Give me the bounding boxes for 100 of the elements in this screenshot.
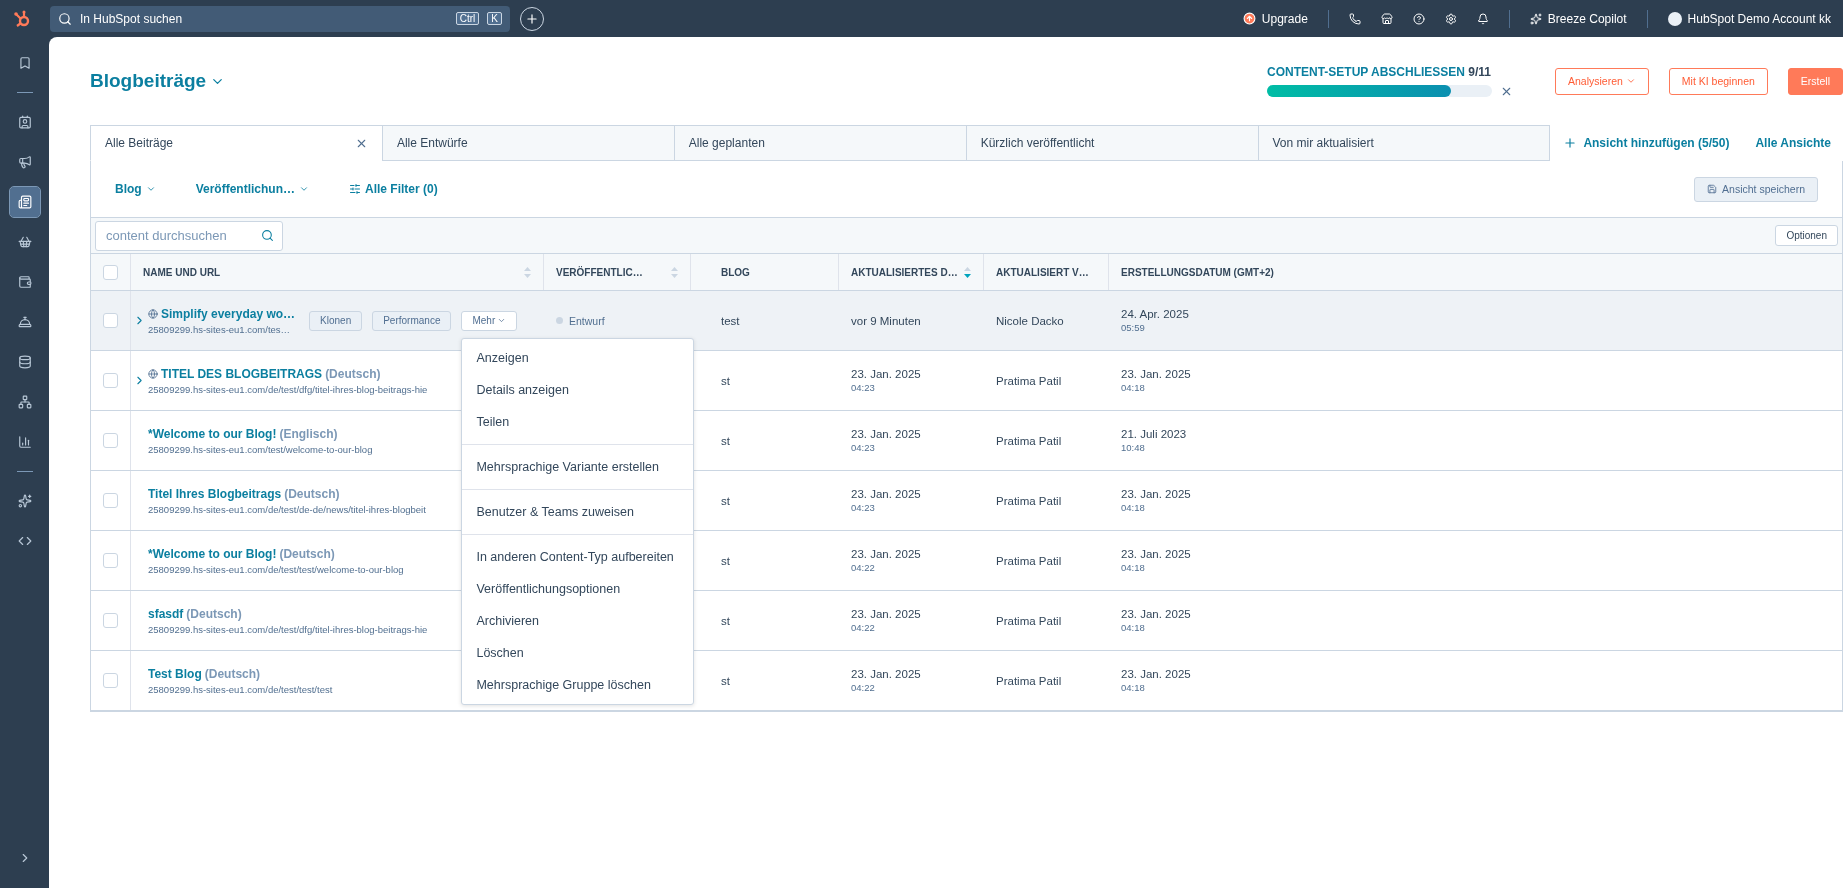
updated-date: vor 9 Minuten	[851, 314, 922, 327]
created-time: 04:18	[1121, 562, 1146, 573]
caret-icon	[299, 184, 309, 194]
bar-chart-icon	[17, 435, 32, 449]
account-menu[interactable]: HubSpot Demo Account kk	[1667, 11, 1831, 26]
post-title-link[interactable]: Test Blog (Deutsch)	[148, 666, 333, 681]
updated-date: 23. Jan. 2025	[851, 608, 922, 620]
basket-icon	[17, 235, 32, 249]
row-checkbox[interactable]	[103, 553, 118, 568]
add-view-link[interactable]: Ansicht hinzufügen (5/50)	[1549, 125, 1742, 161]
post-url: 25809299.hs-sites-eu1.com/de/test/test/test	[148, 683, 333, 695]
filter-dropdown[interactable]: Veröffentlichun…	[195, 182, 309, 196]
post-title-link[interactable]: TITEL DES BLOGBEITRAGS (Deutsch)	[148, 366, 428, 381]
options-button[interactable]: Optionen	[1775, 225, 1838, 246]
sort-descending-icon[interactable]	[964, 266, 971, 278]
copilot-button[interactable]: Breeze Copilot	[1529, 11, 1627, 26]
sidebar-item[interactable]	[9, 187, 40, 217]
menu-item[interactable]: Mehrsprachige Gruppe löschen	[462, 668, 694, 701]
row-checkbox[interactable]	[103, 493, 118, 508]
all-filters-button[interactable]: Alle Filter (0)	[349, 182, 438, 196]
sprocket-logo[interactable]	[12, 8, 32, 29]
phone-icon[interactable]	[1348, 12, 1361, 25]
filter-dropdown[interactable]: Blog	[115, 182, 156, 196]
menu-item[interactable]: Benutzer & Teams zuweisen	[462, 495, 694, 528]
blog-name: st	[721, 374, 731, 387]
post-url: 25809299.hs-sites-eu1.com/de/test/de-de/news/titel-ihres-blogbeit	[148, 503, 426, 515]
column-header[interactable]: VERÖFFENTLIC…	[556, 266, 643, 278]
status-label: Entwurf	[556, 314, 679, 327]
updated-time: 04:23	[851, 442, 876, 453]
updated-time: 04:22	[851, 682, 876, 693]
menu-item[interactable]: Mehrsprachige Variante erstellen	[462, 450, 694, 483]
updated-time: 04:23	[851, 382, 876, 393]
row-checkbox[interactable]	[103, 373, 118, 388]
post-title-link[interactable]: Simplify everyday wo…	[148, 306, 296, 321]
select-all-checkbox[interactable]	[103, 264, 118, 280]
column-header[interactable]: AKTUALISIERT V…	[996, 266, 1089, 278]
post-title-link[interactable]: *Welcome to our Blog! (Englisch)	[148, 426, 373, 441]
column-header[interactable]: NAME UND URL	[143, 266, 221, 278]
view-tab[interactable]: Kürzlich veröffentlicht	[965, 125, 1259, 161]
upgrade-link[interactable]: Upgrade	[1242, 11, 1308, 26]
settings-icon[interactable]	[1444, 12, 1457, 25]
menu-item[interactable]: Anzeigen	[462, 341, 694, 374]
store-icon[interactable]	[1380, 12, 1393, 25]
bookmark-icon	[17, 56, 32, 70]
wallet-icon	[17, 275, 32, 289]
menu-item[interactable]: Archivieren	[462, 604, 694, 637]
updated-by: Pratima Patil	[996, 614, 1063, 627]
more-dropdown-button[interactable]: Mehr	[461, 310, 518, 331]
all-views-link[interactable]: Alle Ansichte	[1741, 125, 1843, 161]
post-title-link[interactable]: Titel Ihres Blogbeitrags (Deutsch)	[148, 486, 426, 501]
search-field[interactable]: In HubSpot suchen Ctrl K	[50, 5, 510, 32]
search-input[interactable]: content durchsuchen	[104, 227, 254, 244]
updated-time: 04:23	[851, 502, 876, 513]
bell-icon[interactable]	[1476, 12, 1489, 25]
created-time: 04:18	[1121, 502, 1146, 513]
created-date: 23. Jan. 2025	[1121, 548, 1192, 560]
help-icon[interactable]	[1412, 12, 1425, 25]
menu-item[interactable]: Teilen	[462, 405, 694, 438]
content-search-field[interactable]: content durchsuchen	[95, 220, 283, 251]
row-checkbox[interactable]	[103, 613, 118, 628]
save-view-button[interactable]: Ansicht speichern	[1694, 176, 1818, 202]
view-tab[interactable]: Von mir aktualisiert	[1257, 125, 1551, 161]
created-date: 23. Jan. 2025	[1121, 608, 1192, 620]
row-checkbox[interactable]	[103, 313, 118, 328]
post-title-link[interactable]: sfasdf (Deutsch)	[148, 606, 428, 621]
page-title[interactable]: Blogbeiträge	[90, 70, 226, 92]
column-header[interactable]: ERSTELLUNGSDATUM (GMT+2)	[1121, 266, 1274, 278]
row-checkbox[interactable]	[103, 673, 118, 688]
menu-item[interactable]: Details anzeigen	[462, 373, 694, 406]
created-date: 24. Apr. 2025	[1121, 308, 1190, 320]
row-checkbox[interactable]	[103, 433, 118, 448]
post-url: 25809299.hs-sites-eu1.com/test/welcome-to-our-blog	[148, 443, 373, 455]
globe-icon	[148, 308, 158, 319]
document-icon	[17, 195, 32, 209]
service-bell-icon	[17, 315, 32, 329]
created-time: 10:48	[1121, 442, 1146, 453]
sparkle-icon	[17, 494, 32, 508]
created-date: 23. Jan. 2025	[1121, 488, 1192, 500]
view-tab[interactable]: Alle Entwürfe	[381, 125, 675, 161]
column-header[interactable]: BLOG	[721, 266, 750, 278]
post-title-link[interactable]: *Welcome to our Blog! (Deutsch)	[148, 546, 404, 561]
row-action-button[interactable]: Performance	[372, 310, 452, 331]
created-date: 23. Jan. 2025	[1121, 668, 1192, 680]
globe-icon	[148, 368, 158, 379]
created-date: 21. Juli 2023	[1121, 428, 1188, 440]
plus-icon	[525, 11, 539, 26]
menu-item[interactable]: Löschen	[462, 636, 694, 669]
menu-item[interactable]: Veröffentlichungsoptionen	[462, 572, 694, 605]
view-tab[interactable]: Alle geplanten	[673, 125, 967, 161]
blog-name: st	[721, 434, 731, 447]
updated-time: 04:22	[851, 562, 876, 573]
column-header[interactable]: AKTUALISIERTES D…	[851, 266, 958, 278]
created-time: 04:18	[1121, 382, 1146, 393]
hierarchy-icon	[17, 395, 32, 409]
blog-name: test	[721, 314, 741, 327]
menu-item[interactable]: In anderen Content-Typ aufbereiten	[462, 540, 694, 573]
view-tab[interactable]: Alle Beiträge	[90, 125, 383, 161]
blog-name: st	[721, 494, 731, 507]
row-action-button[interactable]: Klonen	[309, 310, 363, 331]
updated-by: Pratima Patil	[996, 434, 1063, 447]
